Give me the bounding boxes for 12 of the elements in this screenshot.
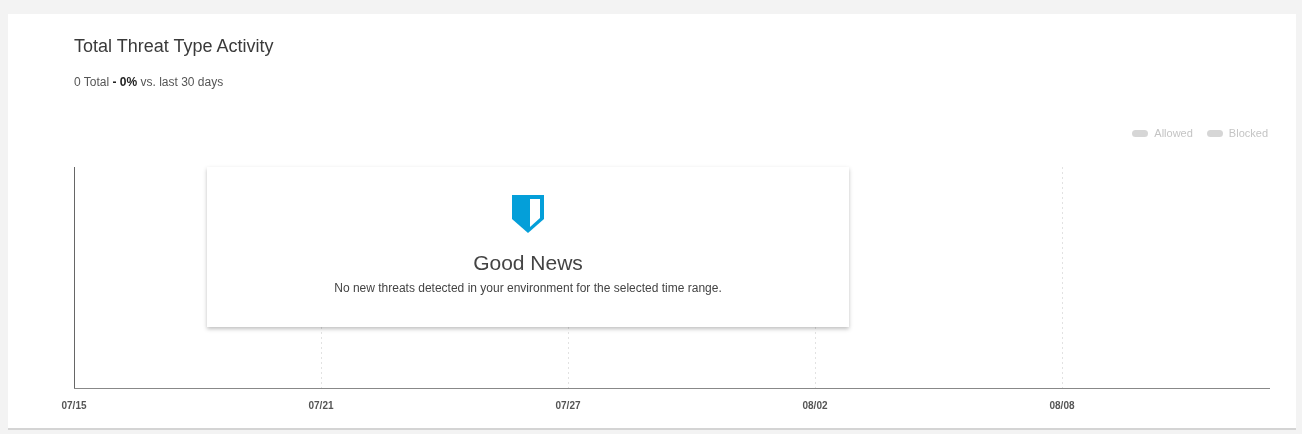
chart-summary: 0 Total - 0% vs. last 30 days [74,75,225,89]
chart-title: Total Threat Type Activity [74,36,275,57]
legend-item[interactable]: Blocked [1206,127,1268,139]
notice-title: Good News [473,251,583,275]
x-axis-label: 07/15 [61,400,87,411]
legend-item[interactable]: Allowed [1132,127,1193,139]
x-axis-label: 08/08 [1049,400,1075,411]
x-axis-label: 07/27 [555,400,581,411]
shield-icon [512,195,544,233]
x-axis-label: 07/21 [308,400,334,411]
notice-message: No new threats detected in your environment for the selected time range. [334,281,722,295]
x-axis-label: 08/02 [802,400,828,411]
